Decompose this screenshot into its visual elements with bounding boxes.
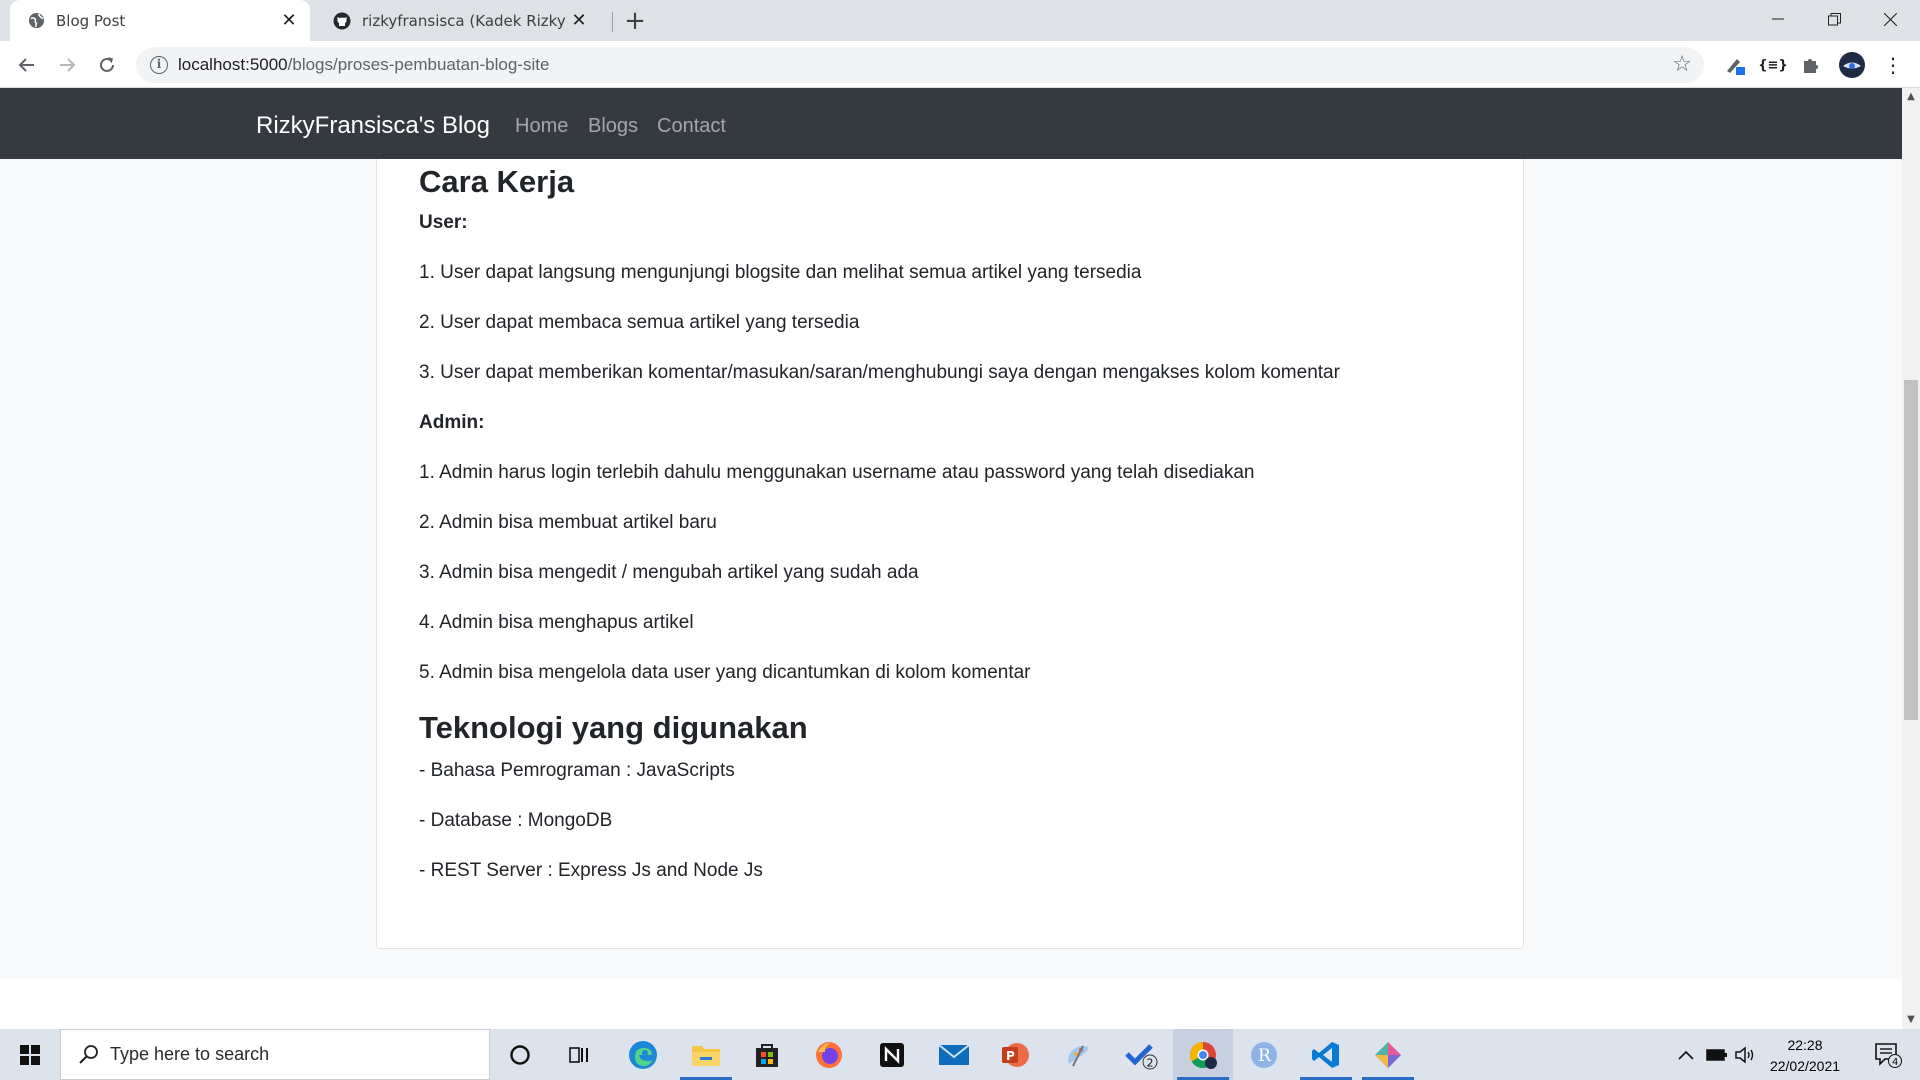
svg-text:P: P	[1006, 1049, 1015, 1063]
nav-link-blogs[interactable]: Blogs	[588, 115, 638, 138]
heading-teknologi: Teknologi yang digunakan	[419, 710, 808, 745]
tab-title: Blog Post	[56, 11, 126, 30]
reload-button[interactable]	[91, 49, 123, 81]
microsoft-todo-icon[interactable]: 2	[1111, 1029, 1171, 1080]
svg-text:2: 2	[1147, 1056, 1154, 1069]
chrome-icon[interactable]	[1173, 1029, 1233, 1080]
start-button[interactable]	[0, 1029, 60, 1080]
search-icon	[79, 1045, 98, 1064]
list-item: 3. Admin bisa mengedit / mengubah artike…	[419, 562, 919, 583]
system-clock[interactable]: 22:28 22/02/2021	[1760, 1035, 1850, 1077]
notion-icon[interactable]	[862, 1029, 922, 1080]
file-explorer-icon[interactable]	[676, 1029, 736, 1080]
list-item: 3. User dapat memberikan komentar/masuka…	[419, 362, 1340, 383]
extension-json-icon[interactable]: {≡}	[1757, 49, 1789, 81]
site-brand-link[interactable]: RizkyFransisca's Blog	[256, 112, 490, 140]
page-viewport: Cara Kerja User: 1. User dapat langsung …	[0, 88, 1902, 1029]
close-window-button[interactable]	[1862, 0, 1918, 38]
new-tab-button[interactable]: +	[620, 6, 650, 36]
extension-pen-icon[interactable]	[1719, 49, 1751, 81]
clock-date: 22/02/2021	[1769, 1058, 1841, 1074]
firefox-icon[interactable]	[799, 1029, 859, 1080]
nav-link-home[interactable]: Home	[515, 115, 568, 138]
forward-button[interactable]	[51, 49, 83, 81]
site-info-icon[interactable]: i	[150, 56, 168, 74]
page-footer	[0, 979, 1902, 1029]
list-item: - Bahasa Pemrograman : JavaScripts	[419, 760, 735, 781]
page-scrollbar[interactable]: ▲ ▼	[1902, 88, 1920, 1029]
gitkraken-icon[interactable]	[1358, 1029, 1418, 1080]
list-item: 4. Admin bisa menghapus artikel	[419, 612, 694, 633]
windows-taskbar: Type here to search P 2 R 22:28 22/02/20…	[0, 1029, 1920, 1080]
scroll-thumb[interactable]	[1904, 380, 1918, 720]
list-item: - Database : MongoDB	[419, 810, 613, 831]
search-placeholder: Type here to search	[110, 1044, 270, 1064]
profile-avatar-icon[interactable]	[1836, 49, 1868, 81]
list-item: 1. User dapat langsung mengunjungi blogs…	[419, 262, 1142, 283]
close-tab-icon[interactable]: ✕	[276, 8, 302, 34]
vscode-icon[interactable]	[1296, 1029, 1356, 1080]
admin-label: Admin:	[419, 412, 485, 433]
bookmark-star-icon[interactable]: ☆	[1672, 52, 1692, 77]
mail-icon[interactable]	[924, 1029, 984, 1080]
scroll-up-arrow-icon[interactable]: ▲	[1902, 88, 1920, 106]
user-label: User:	[419, 212, 468, 233]
tab-blog-post[interactable]: Blog Post ✕	[10, 0, 310, 41]
show-hidden-icons-chevron-icon[interactable]	[1672, 1029, 1700, 1080]
task-view-icon[interactable]	[550, 1029, 610, 1080]
microsoft-store-icon[interactable]	[737, 1029, 797, 1080]
heading-cara-kerja: Cara Kerja	[419, 164, 575, 199]
back-button[interactable]	[11, 49, 43, 81]
nav-link-contact[interactable]: Contact	[657, 115, 726, 138]
list-item: 1. Admin harus login terlebih dahulu men…	[419, 462, 1255, 483]
close-tab-icon[interactable]: ✕	[566, 8, 592, 34]
url-text: localhost:5000/blogs/proses-pembuatan-bl…	[178, 55, 550, 74]
svg-text:4: 4	[1892, 1057, 1898, 1068]
tab-strip: Blog Post ✕ rizkyfransisca (Kadek Rizky …	[0, 0, 1920, 41]
scroll-down-arrow-icon[interactable]: ▼	[1902, 1011, 1920, 1029]
paint-3d-icon[interactable]	[1048, 1029, 1108, 1080]
r-app-icon[interactable]: R	[1234, 1029, 1294, 1080]
globe-icon	[27, 12, 45, 30]
edge-icon[interactable]	[613, 1029, 673, 1080]
action-center-icon[interactable]: 4	[1860, 1029, 1916, 1080]
tab-title: rizkyfransisca (Kadek Rizky Fransisca)	[362, 11, 566, 30]
minimize-button[interactable]	[1750, 0, 1806, 38]
browser-toolbar: i localhost:5000/blogs/proses-pembuatan-…	[0, 41, 1920, 88]
clock-time: 22:28	[1787, 1037, 1823, 1053]
taskbar-search[interactable]: Type here to search	[60, 1029, 490, 1080]
svg-text:R: R	[1258, 1046, 1272, 1066]
list-item: 2. User dapat membaca semua artikel yang…	[419, 312, 860, 333]
browser-menu-icon[interactable]: ⋮	[1877, 49, 1909, 81]
list-item: - REST Server : Express Js and Node Js	[419, 860, 763, 881]
list-item: 5. Admin bisa mengelola data user yang d…	[419, 662, 1031, 683]
github-icon	[333, 12, 351, 30]
tab-github[interactable]: rizkyfransisca (Kadek Rizky Fransisca) ✕	[316, 0, 600, 41]
tab-separator	[612, 12, 613, 32]
powerpoint-icon[interactable]: P	[985, 1029, 1045, 1080]
battery-icon[interactable]	[1704, 1029, 1730, 1080]
windows-logo-icon	[20, 1044, 40, 1065]
extensions-puzzle-icon[interactable]	[1795, 49, 1827, 81]
cortana-icon[interactable]	[490, 1029, 550, 1080]
address-bar[interactable]: i localhost:5000/blogs/proses-pembuatan-…	[136, 47, 1704, 83]
site-navbar: RizkyFransisca's Blog Home Blogs Contact	[0, 88, 1902, 159]
restore-button[interactable]	[1806, 0, 1862, 38]
volume-icon[interactable]	[1732, 1029, 1758, 1080]
list-item: 2. Admin bisa membuat artikel baru	[419, 512, 717, 533]
